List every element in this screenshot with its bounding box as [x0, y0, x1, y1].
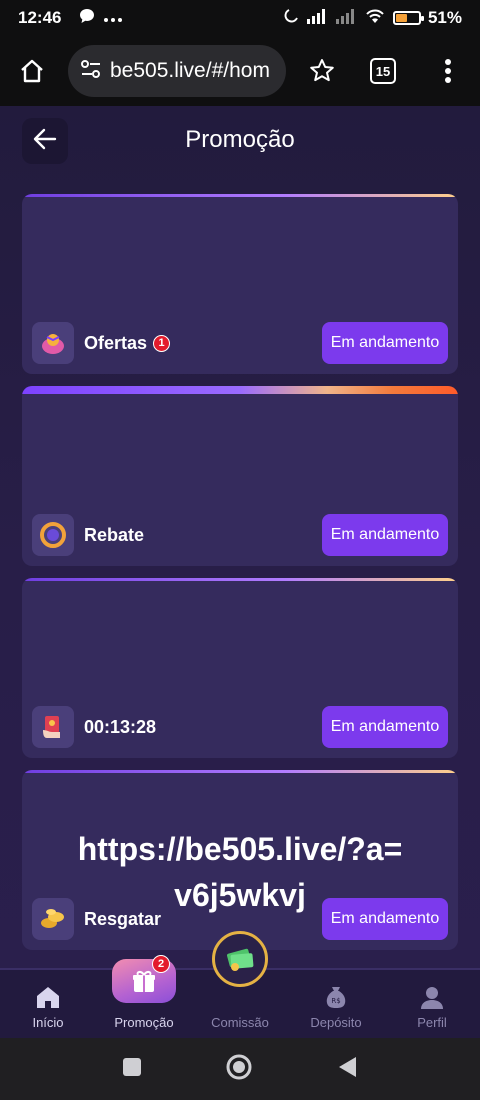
home-icon	[34, 983, 62, 1011]
nav-item-promocao[interactable]: 2 Promoção	[96, 955, 192, 1030]
more-notifications-icon	[103, 8, 123, 28]
signal-weak-icon	[335, 8, 357, 29]
envelope-hand-icon	[32, 706, 74, 748]
nav-label: Perfil	[417, 1015, 447, 1030]
chat-notification-icon	[79, 8, 95, 29]
promo-card-rebate[interactable]: Rebate Em andamento	[22, 386, 458, 566]
promo-card-ofertas[interactable]: Ofertas 1 Em andamento	[22, 194, 458, 374]
card-accent-line	[22, 578, 458, 581]
do-not-disturb-moon-icon	[283, 8, 299, 29]
nav-label: Depósito	[310, 1015, 362, 1030]
referral-link-line2: v6j5wkvj	[174, 877, 306, 913]
bookmark-star-icon[interactable]	[304, 53, 340, 89]
browser-menu-icon[interactable]	[430, 53, 466, 89]
url-text: be505.live/#/hom	[110, 59, 270, 82]
battery-icon	[392, 11, 424, 25]
address-bar[interactable]: be505.live/#/hom	[68, 45, 286, 97]
promo-card-timer[interactable]: 00:13:28 Em andamento	[22, 578, 458, 758]
page-header: Promoção	[0, 106, 480, 174]
notification-badge: 1	[153, 334, 171, 352]
card-accent-line	[22, 770, 458, 773]
signal-icon	[306, 8, 328, 29]
notification-badge: 2	[152, 955, 170, 973]
card-label: Ofertas	[84, 332, 148, 353]
arrow-left-icon	[33, 128, 57, 155]
tabs-counter-button[interactable]: 15	[370, 58, 396, 84]
coin-ring-icon	[32, 514, 74, 556]
site-settings-icon[interactable]	[80, 59, 102, 84]
countdown-timer: 00:13:28	[84, 716, 157, 737]
nav-label: Promoção	[114, 1015, 174, 1030]
money-stack-icon	[212, 931, 268, 987]
home-icon[interactable]	[14, 53, 50, 89]
nav-item-perfil[interactable]: Perfil	[384, 983, 480, 1030]
nav-item-inicio[interactable]: Início	[0, 983, 96, 1030]
browser-toolbar: be505.live/#/hom 15	[0, 36, 480, 106]
card-accent-line	[22, 194, 458, 197]
user-icon	[418, 983, 446, 1011]
nav-item-deposito[interactable]: R$ Depósito	[288, 983, 384, 1030]
back-button[interactable]	[22, 118, 68, 164]
in-progress-button[interactable]: Em andamento	[322, 514, 448, 556]
system-navigation-bar	[0, 1038, 480, 1100]
bottom-navigation: Início 2 Promoção Comissão R$ Depósito P…	[0, 931, 480, 1038]
svg-text:R$: R$	[331, 997, 340, 1005]
home-circle-icon[interactable]	[225, 1053, 253, 1086]
page-title: Promoção	[185, 126, 295, 153]
battery-percent: 51%	[427, 8, 462, 27]
recents-square-icon[interactable]	[122, 1057, 142, 1082]
nav-label: Início	[32, 1015, 64, 1030]
back-triangle-icon[interactable]	[336, 1055, 358, 1084]
referral-link-line1: https://be505.live/?a=	[77, 831, 403, 867]
card-accent-line	[22, 386, 458, 394]
gift-bag-icon	[32, 322, 74, 364]
card-label: Rebate	[84, 524, 145, 545]
clock: 12:46	[18, 8, 62, 27]
status-bar: 12:46 51%	[0, 0, 480, 36]
referral-link-overlay: https://be505.live/?a= v6j5wkvj	[0, 826, 480, 918]
money-bag-icon: R$	[322, 983, 350, 1011]
wifi-icon	[364, 8, 386, 29]
in-progress-button[interactable]: Em andamento	[322, 706, 448, 748]
app-content: Promoção Ofertas 1 Em andamento Rebate E…	[0, 106, 480, 1038]
in-progress-button[interactable]: Em andamento	[322, 322, 448, 364]
nav-label: Comissão	[211, 1015, 269, 1030]
nav-item-comissao[interactable]: Comissão	[192, 931, 288, 1030]
